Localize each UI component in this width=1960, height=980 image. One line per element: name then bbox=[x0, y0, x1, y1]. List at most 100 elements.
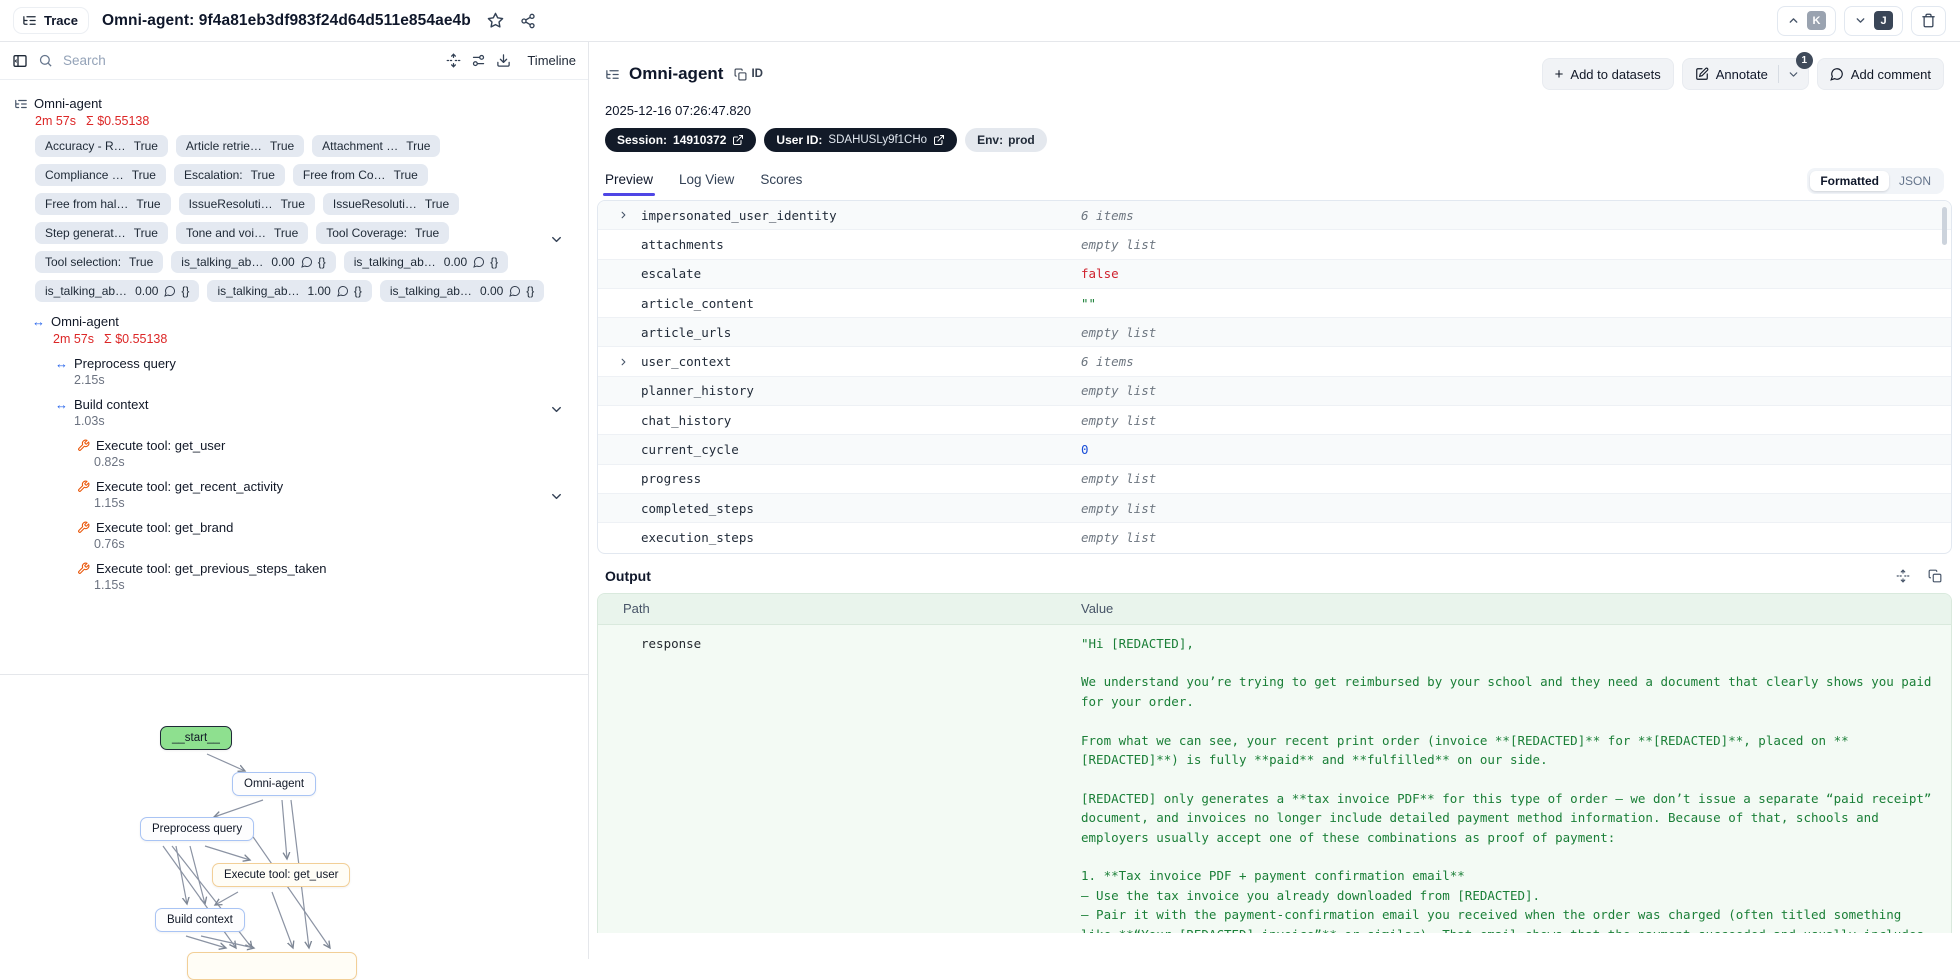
graph-node-clipped[interactable] bbox=[187, 952, 357, 980]
table-scrollbar-thumb[interactable] bbox=[1942, 207, 1947, 245]
span-name: Omni-agent bbox=[51, 314, 119, 329]
tab-scores[interactable]: Scores bbox=[760, 172, 802, 196]
table-row[interactable]: planner_history empty list bbox=[598, 376, 1951, 407]
filter-settings-icon[interactable] bbox=[471, 53, 486, 68]
root-duration: 2m 57s bbox=[35, 114, 76, 128]
tag-value: True bbox=[129, 255, 154, 269]
prev-trace-button[interactable]: K bbox=[1777, 5, 1836, 36]
tag-comment: {} bbox=[317, 255, 326, 269]
delete-trace-button[interactable] bbox=[1911, 5, 1946, 36]
table-row[interactable]: user_context 6 items bbox=[598, 347, 1951, 377]
graph-node-omni-agent[interactable]: Omni-agent bbox=[232, 772, 317, 796]
comment-bubble-icon bbox=[509, 285, 521, 297]
score-tag-pill[interactable]: is_talking_ab… 1.00 {} bbox=[207, 280, 372, 302]
search-input[interactable] bbox=[63, 53, 437, 68]
tag-comment: {} bbox=[490, 255, 499, 269]
graph-node-start[interactable]: __start__ bbox=[160, 726, 232, 750]
graph-node-preprocess-query[interactable]: Preprocess query bbox=[140, 817, 255, 841]
score-tag-pill[interactable]: Article retrie… True bbox=[175, 135, 305, 157]
format-formatted-option[interactable]: Formatted bbox=[1810, 171, 1889, 191]
row-key: attachments bbox=[641, 236, 724, 252]
tree-root-omni-agent[interactable]: Omni-agent bbox=[0, 96, 588, 111]
span-name: Execute tool: get_brand bbox=[96, 520, 234, 535]
graph-node-get-user[interactable]: Execute tool: get_user bbox=[212, 863, 351, 887]
tree-span-get-previous-steps-taken[interactable]: Execute tool: get_previous_steps_taken bbox=[0, 561, 588, 576]
table-row[interactable]: article_urls empty list bbox=[598, 318, 1951, 348]
row-value: empty list bbox=[1081, 324, 1157, 340]
score-tag-pill[interactable]: IssueResoluti… True bbox=[322, 193, 460, 215]
download-icon[interactable] bbox=[496, 53, 511, 68]
tree-span-get-user[interactable]: Execute tool: get_user bbox=[0, 438, 588, 453]
span-duration: 2.15s bbox=[74, 373, 105, 387]
score-tag-pill[interactable]: is_talking_ab… 0.00 {} bbox=[35, 280, 200, 302]
row-key: chat_history bbox=[641, 412, 732, 428]
table-row[interactable]: impersonated_user_identity 6 items bbox=[598, 201, 1951, 231]
score-tag-pill[interactable]: Step generat… True bbox=[35, 222, 168, 244]
session-badge[interactable]: Session: 14910372 bbox=[605, 128, 757, 152]
unfold-output-icon[interactable] bbox=[1896, 568, 1910, 583]
table-row[interactable]: escalate false bbox=[598, 259, 1951, 289]
output-response-row[interactable]: response "Hi [REDACTED], We understand y… bbox=[598, 625, 1951, 933]
score-tag-pill[interactable]: Accuracy - R… True bbox=[35, 135, 168, 157]
add-comment-button[interactable]: Add comment bbox=[1816, 58, 1944, 90]
tag-label: Free from Co… bbox=[302, 168, 386, 182]
tree-span-build-context[interactable]: ↔ Build context bbox=[0, 397, 588, 412]
collapse-build-context-chevron-icon[interactable] bbox=[549, 489, 564, 504]
table-row[interactable]: progress empty list bbox=[598, 465, 1951, 494]
expand-row-chevron-icon[interactable] bbox=[618, 210, 629, 221]
score-tag-pill[interactable]: is_talking_ab… 0.00 {} bbox=[343, 251, 509, 273]
table-row[interactable]: chat_history empty list bbox=[598, 406, 1951, 436]
score-tag-pill[interactable]: Attachment … True bbox=[312, 135, 441, 157]
score-tag-pill[interactable]: is_talking_ab… 0.00 {} bbox=[379, 280, 545, 302]
collapse-tags-chevron-icon[interactable] bbox=[549, 232, 564, 247]
score-tag-pill[interactable]: is_talking_ab… 0.00 {} bbox=[171, 251, 336, 273]
comment-bubble-icon bbox=[164, 285, 176, 297]
timeline-toggle[interactable]: Timeline bbox=[527, 53, 576, 68]
annotate-button[interactable]: Annotate bbox=[1683, 67, 1778, 82]
tree-span-omni-agent[interactable]: ↔ Omni-agent bbox=[0, 314, 588, 329]
tag-label: Free from hal… bbox=[45, 197, 129, 211]
copy-output-icon[interactable] bbox=[1928, 569, 1942, 583]
add-to-datasets-button[interactable]: + Add to datasets bbox=[1541, 58, 1674, 90]
collapse-panel-icon[interactable] bbox=[12, 53, 28, 69]
tag-label: Tool Coverage: bbox=[326, 226, 407, 240]
annotation-count-badge: 1 bbox=[1795, 52, 1813, 69]
table-row[interactable]: completed_steps empty list bbox=[598, 493, 1951, 524]
expand-row-chevron-icon[interactable] bbox=[618, 356, 629, 367]
score-tag-pill[interactable]: Tone and voi… True bbox=[175, 222, 309, 244]
collapse-agent-chevron-icon[interactable] bbox=[549, 402, 564, 417]
tree-span-get-brand[interactable]: Execute tool: get_brand bbox=[0, 520, 588, 535]
tag-label: Accuracy - R… bbox=[45, 139, 126, 153]
output-heading: Output bbox=[605, 567, 651, 584]
score-tag-pill[interactable]: Free from hal… True bbox=[35, 193, 171, 215]
annotate-dropdown-chevron-icon[interactable] bbox=[1779, 68, 1808, 81]
score-tag-pill[interactable]: Free from Co… True bbox=[292, 164, 428, 186]
table-row[interactable]: attachments empty list bbox=[598, 230, 1951, 260]
span-arrows-icon: ↔ bbox=[55, 356, 68, 371]
format-json-option[interactable]: JSON bbox=[1889, 171, 1941, 191]
score-tag-pill[interactable]: Tool selection: True bbox=[35, 251, 164, 273]
star-icon[interactable] bbox=[487, 12, 504, 29]
table-row[interactable]: article_content "" bbox=[598, 289, 1951, 319]
agent-duration: 2m 57s bbox=[53, 332, 94, 346]
span-name: Execute tool: get_recent_activity bbox=[96, 479, 284, 494]
tab-preview[interactable]: Preview bbox=[602, 172, 656, 196]
unfold-all-icon[interactable] bbox=[446, 53, 461, 68]
table-row[interactable]: current_cycle 0 bbox=[598, 435, 1951, 465]
score-tag-pill[interactable]: Compliance … True bbox=[35, 164, 166, 186]
score-tag-pill[interactable]: IssueResoluti… True bbox=[178, 193, 315, 215]
tree-span-preprocess-query[interactable]: ↔ Preprocess query bbox=[0, 356, 588, 371]
score-tag-pill[interactable]: Tool Coverage: True bbox=[316, 222, 450, 244]
copy-id-button[interactable]: ID bbox=[734, 68, 763, 81]
row-key: escalate bbox=[641, 266, 702, 282]
share-icon[interactable] bbox=[520, 13, 536, 29]
tag-value: True bbox=[269, 139, 295, 153]
user-id-badge[interactable]: User ID: SDAHUSLy9f1CHo bbox=[764, 128, 958, 152]
tree-span-get-recent-activity[interactable]: Execute tool: get_recent_activity bbox=[0, 479, 588, 494]
tab-log-view[interactable]: Log View bbox=[679, 172, 734, 196]
graph-node-build-context[interactable]: Build context bbox=[155, 908, 245, 932]
next-trace-button[interactable]: J bbox=[1844, 5, 1903, 36]
table-row[interactable]: execution_steps empty list bbox=[598, 523, 1951, 552]
row-value: false bbox=[1081, 266, 1119, 282]
score-tag-pill[interactable]: Escalation: True bbox=[173, 164, 285, 186]
